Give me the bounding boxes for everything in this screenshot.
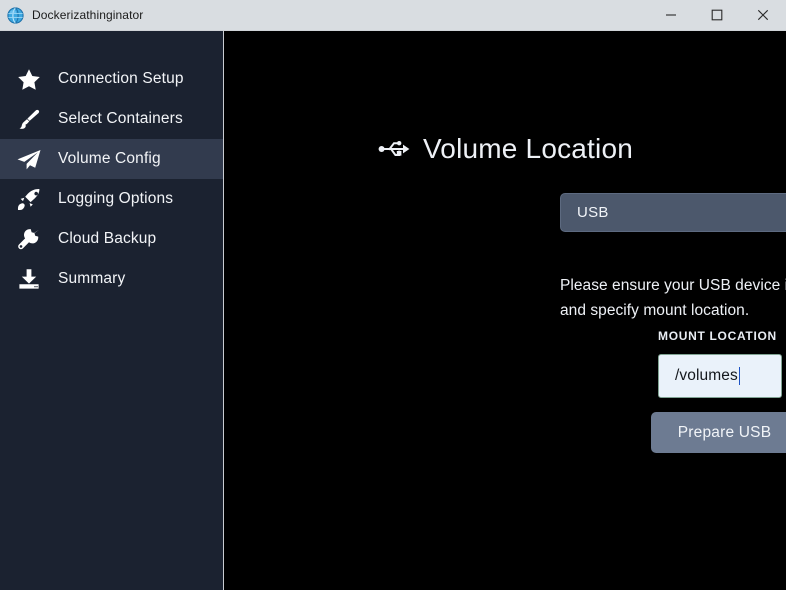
sidebar-item-label: Select Containers [58, 110, 183, 127]
prepare-usb-button[interactable]: Prepare USB [651, 412, 786, 453]
close-button[interactable] [740, 0, 786, 30]
mount-location-input[interactable]: /volumes [658, 354, 782, 398]
sidebar-item-logging-options[interactable]: Logging Options [0, 179, 223, 219]
close-icon [757, 9, 769, 21]
globe-icon [7, 6, 24, 24]
volume-type-dropdown[interactable]: USB [560, 193, 786, 232]
volume-type-selected-value: USB [577, 204, 609, 221]
wrench-icon [14, 226, 44, 252]
sidebar-item-label: Summary [58, 270, 126, 287]
download-tray-icon [14, 266, 44, 292]
sidebar-item-label: Volume Config [58, 150, 161, 167]
sidebar-item-label: Logging Options [58, 190, 174, 207]
mount-location-value: /volumes [675, 367, 738, 384]
mount-location-label: MOUNT LOCATION [658, 329, 777, 343]
title-bar: Dockerizathinginator [0, 0, 786, 31]
sidebar-item-connection-setup[interactable]: Connection Setup [0, 59, 223, 99]
page-title: Volume Location [224, 133, 786, 165]
main-content: Volume Location USB Please ensure your U… [224, 31, 786, 590]
sidebar-item-select-containers[interactable]: Select Containers [0, 99, 223, 139]
sidebar: Connection Setup Select Containers Volum… [0, 31, 224, 590]
window-body: Connection Setup Select Containers Volum… [0, 31, 786, 590]
paint-brush-icon [14, 106, 44, 132]
maximize-icon [711, 9, 723, 21]
star-icon [14, 66, 44, 92]
sidebar-item-cloud-backup[interactable]: Cloud Backup [0, 219, 223, 259]
title-bar-left: Dockerizathinginator [0, 6, 648, 24]
sidebar-item-label: Connection Setup [58, 70, 184, 87]
application-window: Dockerizathinginator Connection Setup Se… [0, 0, 786, 590]
paper-plane-icon [14, 146, 44, 172]
window-title: Dockerizathinginator [32, 8, 144, 22]
text-caret [738, 367, 741, 385]
rocket-icon [14, 186, 44, 212]
page-title-text: Volume Location [422, 133, 634, 164]
minimize-icon [666, 14, 676, 16]
sidebar-item-summary[interactable]: Summary [0, 259, 223, 299]
minimize-button[interactable] [648, 0, 694, 30]
sidebar-item-label: Cloud Backup [58, 230, 157, 247]
usb-icon [378, 141, 410, 156]
instruction-text: Please ensure your USB device is connect… [560, 276, 786, 319]
sidebar-item-volume-config[interactable]: Volume Config [0, 139, 223, 179]
maximize-button[interactable] [694, 0, 740, 30]
